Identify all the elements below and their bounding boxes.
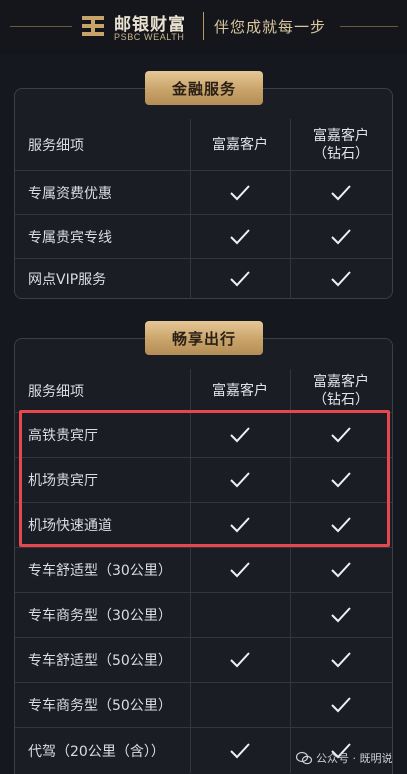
header-decor-line-right [340,26,398,27]
service-label: 代驾（20公里（含）） [28,743,165,760]
check-icon [230,652,250,668]
table-header-row: 服务细项 富嘉客户 富嘉客户 （钻石） [15,369,392,413]
brand-slogan: 伴您成就每一步 [214,18,327,36]
check-icon [331,228,351,244]
table-header-row: 服务细项 富嘉客户 富嘉客户 （钻石） [15,119,392,171]
header-decor-line-left [10,26,72,27]
highlight-box [19,410,390,547]
section-title-financial: 金融服务 [145,71,263,105]
service-label: 专车商务型（50公里） [28,698,172,714]
check-icon [230,184,250,200]
check-icon [230,271,250,287]
column-header-fujia: 富嘉客户 [212,382,268,399]
service-label: 专车舒适型（50公里） [28,653,172,669]
column-header-item: 服务细项 [28,137,84,154]
column-header-fujia-diamond: 富嘉客户 （钻石） [313,373,369,408]
app-header: 邮银财富 PSBC WEALTH 伴您成就每一步 [0,0,407,54]
service-label: 专属贵宾专线 [28,229,112,246]
column-header-fujia: 富嘉客户 [212,136,268,153]
table-row: 专属资费优惠 [15,171,392,215]
check-icon [230,228,250,244]
table-row: 网点VIP服务 [15,259,392,299]
travel-services-table: 服务细项 富嘉客户 富嘉客户 （钻石） 高铁贵宾厅 机场贵宾厅 机场快速通道 专… [14,338,393,774]
check-icon [331,562,351,578]
table-row: 专车商务型（30公里） [15,593,392,638]
section-title-travel: 畅享出行 [145,321,263,355]
service-label: 专车舒适型（30公里） [28,563,172,579]
service-label: 网点VIP服务 [28,272,107,288]
header-divider [203,12,204,40]
check-icon [331,697,351,713]
service-label: 专车商务型（30公里） [28,608,172,624]
wechat-icon [296,751,312,765]
check-icon [331,271,351,287]
check-icon [331,184,351,200]
column-header-item: 服务细项 [28,383,84,400]
table-row: 专属贵宾专线 [15,215,392,259]
service-label: 专属资费优惠 [28,185,112,202]
watermark: 公众号 · 既明说 [296,750,393,766]
financial-services-table: 服务细项 富嘉客户 富嘉客户 （钻石） 专属资费优惠 专属贵宾专线 网点VIP服… [14,88,393,299]
check-icon [331,652,351,668]
brand-name-en: PSBC WEALTH [114,32,185,42]
table-row: 专车商务型（50公里） [15,683,392,728]
table-row: 专车舒适型（30公里） [15,548,392,593]
check-icon [230,742,250,758]
column-header-fujia-diamond: 富嘉客户 （钻石） [313,127,369,162]
check-icon [230,562,250,578]
psbc-logo-icon [82,16,104,36]
watermark-text: 公众号 · 既明说 [316,752,393,765]
table-row: 专车舒适型（50公里） [15,638,392,683]
check-icon [331,607,351,623]
